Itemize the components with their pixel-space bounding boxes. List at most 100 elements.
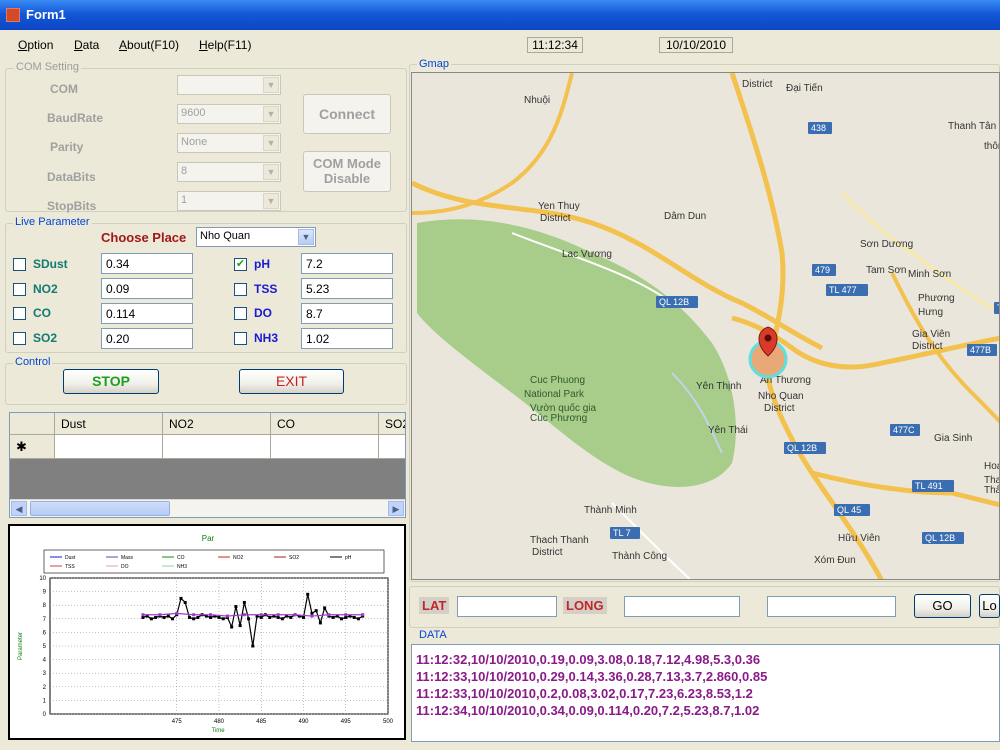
databits-label: DataBits xyxy=(47,170,96,184)
go-button[interactable]: GO xyxy=(914,594,971,618)
ph-value[interactable]: 7.2 xyxy=(301,253,393,274)
baudrate-select[interactable]: 9600 ▼ xyxy=(177,104,281,124)
road-shield: 479 xyxy=(812,264,836,276)
stopbits-select-value: 1 xyxy=(181,194,188,206)
nh3-checkbox[interactable] xyxy=(234,332,247,345)
grid-cell[interactable] xyxy=(55,435,163,459)
chevron-down-icon[interactable]: ▼ xyxy=(298,229,314,245)
do-value[interactable]: 8.7 xyxy=(301,303,393,324)
co-value[interactable]: 0.114 xyxy=(101,303,193,324)
long-input[interactable] xyxy=(624,596,740,617)
exit-button[interactable]: EXIT xyxy=(239,369,344,394)
menu-data[interactable]: Data xyxy=(74,38,99,52)
road-shield-label: QL 12B xyxy=(925,533,955,543)
map-view[interactable]: District Đại Tiến Nhuội Thanh Tân thôn Yen Th… xyxy=(411,72,1000,580)
data-point xyxy=(293,613,297,617)
sdust-label: SDust xyxy=(33,257,68,271)
connect-button[interactable]: Connect xyxy=(303,94,391,134)
horizontal-scrollbar[interactable]: ◀ ▶ xyxy=(10,499,405,517)
column-header-co[interactable]: CO xyxy=(271,413,379,435)
data-point xyxy=(356,617,360,621)
column-header-no2[interactable]: NO2 xyxy=(163,413,271,435)
load-button[interactable]: Lo xyxy=(979,594,1000,618)
scroll-left-icon[interactable]: ◀ xyxy=(11,501,27,516)
ph-checkbox[interactable]: ✔ xyxy=(234,258,247,271)
time-display: 11:12:34 xyxy=(527,37,583,53)
map-label: Hoa xyxy=(984,461,1000,472)
sdust-value[interactable]: 0.34 xyxy=(101,253,193,274)
com-setting-title: COM Setting xyxy=(14,61,81,73)
menu-help[interactable]: Help(F11) xyxy=(199,38,251,52)
lat-input[interactable] xyxy=(457,596,557,617)
data-title: DATA xyxy=(417,629,449,641)
map-label: Nhuội xyxy=(524,95,550,106)
scroll-right-icon[interactable]: ▶ xyxy=(388,501,404,516)
data-point xyxy=(221,617,225,621)
map-label: Thành Công xyxy=(612,551,667,562)
chevron-down-icon[interactable]: ▼ xyxy=(263,135,279,151)
x-tick-label: 500 xyxy=(383,719,394,725)
map-label: Tam Sơn xyxy=(866,265,906,276)
y-tick-label: 6 xyxy=(43,630,47,636)
sdust-checkbox[interactable] xyxy=(13,258,26,271)
data-point xyxy=(268,615,272,619)
data-point xyxy=(217,615,221,619)
road-shield-label: QL 12B xyxy=(659,297,689,307)
com-mode-label-2: Disable xyxy=(323,171,371,186)
chevron-down-icon[interactable]: ▼ xyxy=(263,77,279,93)
chevron-down-icon[interactable]: ▼ xyxy=(263,164,279,180)
new-row-marker: ✱ xyxy=(10,435,55,459)
column-header-so2[interactable]: SO2 xyxy=(379,413,405,435)
place-select[interactable]: Nho Quan ▼ xyxy=(196,227,316,247)
grid-cell[interactable] xyxy=(379,435,405,459)
menu-option[interactable]: Option xyxy=(18,38,53,52)
title-bar[interactable]: Form1 xyxy=(0,0,1000,30)
menu-about[interactable]: About(F10) xyxy=(119,38,179,52)
address-input[interactable] xyxy=(767,596,896,617)
chevron-down-icon[interactable]: ▼ xyxy=(263,193,279,209)
grid-cell[interactable] xyxy=(271,435,379,459)
map-label: Yên Thái xyxy=(708,425,748,436)
road-shield: TL xyxy=(994,302,999,314)
map-label: Hưng xyxy=(918,307,943,318)
stop-button[interactable]: STOP xyxy=(63,369,159,394)
data-point xyxy=(318,621,322,625)
road-shield: QL 45 xyxy=(834,504,870,516)
x-tick-label: 475 xyxy=(172,719,183,725)
map-canvas[interactable]: District Đại Tiến Nhuội Thanh Tân thôn Yen Th… xyxy=(412,73,1000,580)
data-grid[interactable]: Dust NO2 CO SO2 ✱ ◀ ▶ xyxy=(9,412,406,518)
com-select[interactable]: ▼ xyxy=(177,75,281,95)
chevron-down-icon[interactable]: ▼ xyxy=(263,106,279,122)
data-point xyxy=(259,615,263,619)
data-log-line: 11:12:32,10/10/2010,0.19,0.09,3.08,0.18,… xyxy=(416,652,761,667)
grid-cell[interactable] xyxy=(163,435,271,459)
tss-value[interactable]: 5.23 xyxy=(301,278,393,299)
no2-value[interactable]: 0.09 xyxy=(101,278,193,299)
data-point xyxy=(171,617,175,621)
do-checkbox[interactable] xyxy=(234,307,247,320)
so2-checkbox[interactable] xyxy=(13,332,26,345)
column-header-dust[interactable]: Dust xyxy=(55,413,163,435)
nh3-value[interactable]: 1.02 xyxy=(301,328,393,349)
map-label: Lac Vương xyxy=(562,249,612,260)
com-mode-button[interactable]: COM Mode Disable xyxy=(303,151,391,192)
so2-value[interactable]: 0.20 xyxy=(101,328,193,349)
no2-checkbox[interactable] xyxy=(13,283,26,296)
legend-entry: NH3 xyxy=(177,564,187,570)
databits-select[interactable]: 8 ▼ xyxy=(177,162,281,182)
ph-label: pH xyxy=(254,257,270,271)
data-point xyxy=(209,615,213,619)
data-point xyxy=(251,644,255,648)
tss-checkbox[interactable] xyxy=(234,283,247,296)
scrollbar-thumb[interactable] xyxy=(30,501,170,516)
data-point xyxy=(192,617,196,621)
data-log[interactable]: 11:12:32,10/10/2010,0.19,0.09,3.08,0.18,… xyxy=(411,644,1000,742)
control-title: Control xyxy=(13,356,53,368)
y-tick-label: 7 xyxy=(43,617,47,623)
stopbits-select[interactable]: 1 ▼ xyxy=(177,191,281,211)
road-shield: TL 7 xyxy=(610,527,640,539)
co-checkbox[interactable] xyxy=(13,307,26,320)
tss-label: TSS xyxy=(254,282,278,296)
map-label: Xóm Đun xyxy=(814,555,856,566)
parity-select[interactable]: None ▼ xyxy=(177,133,281,153)
